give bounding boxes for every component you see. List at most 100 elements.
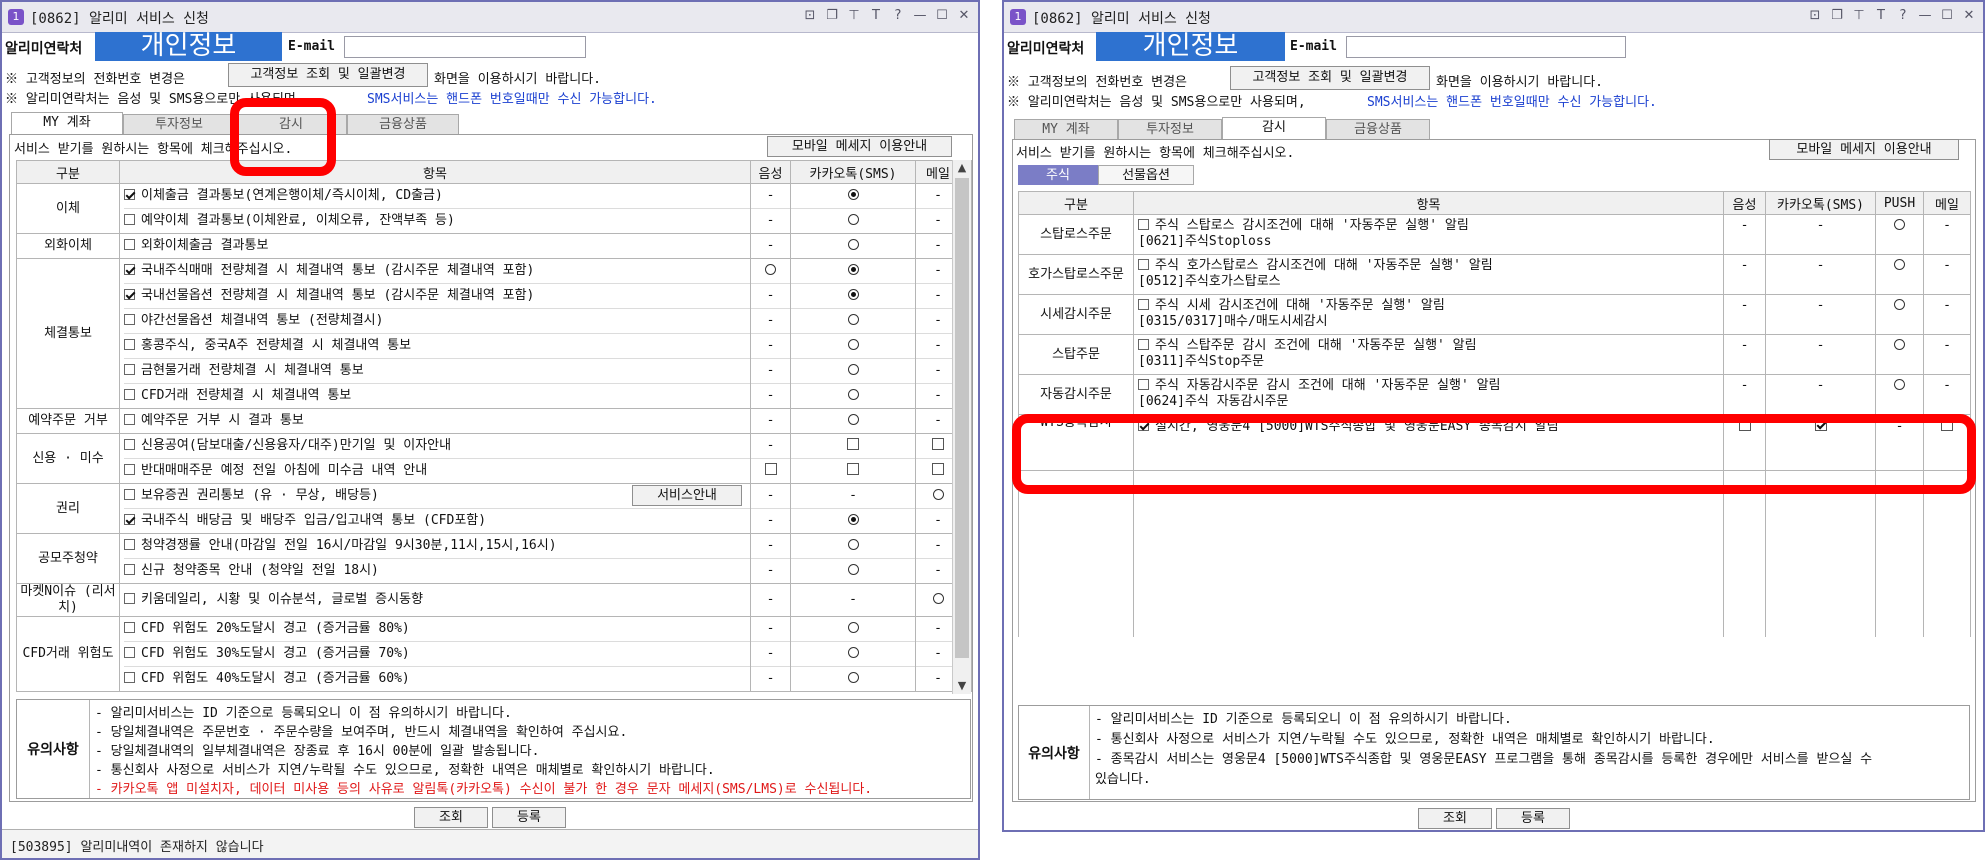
checkbox-icon[interactable] [932, 463, 944, 475]
checkbox-icon[interactable] [1138, 219, 1149, 230]
radio-icon[interactable] [847, 414, 859, 425]
email-field[interactable] [1346, 36, 1626, 58]
service-guide-button[interactable]: 서비스안내 [632, 485, 742, 506]
list-item[interactable]: 주식 호가스탑로스 감시조건에 대해 '자동주문 실행' 알림 [0512]주식호… [1138, 256, 1723, 294]
radio-icon[interactable] [1894, 219, 1905, 230]
register-button[interactable]: 등록 [1496, 808, 1570, 829]
help-icon[interactable]: ? [1895, 7, 1911, 25]
tab-financial-products[interactable]: 금융상품 [1326, 119, 1430, 139]
customer-info-button[interactable]: 고객정보 조회 및 일괄변경 [228, 63, 428, 87]
tab-my-account[interactable]: MY 계좌 [11, 112, 123, 134]
list-item[interactable]: 보유증권 권리통보 (유 · 무상, 배당등) 서비스안내 [124, 485, 750, 509]
font-icon[interactable]: T [1873, 7, 1889, 25]
scroll-up-icon[interactable]: ▲ [953, 160, 971, 176]
help-icon[interactable]: ? [890, 7, 906, 25]
list-item[interactable]: 국내선물옵션 전량체결 시 체결내역 통보 (감시주문 체결내역 포함) [124, 283, 750, 308]
checkbox-icon[interactable] [932, 438, 944, 450]
list-item[interactable]: 반대매매주문 예정 전일 아침에 미수금 내역 안내 [124, 458, 750, 483]
radio-icon[interactable] [847, 339, 859, 350]
tab-my-account[interactable]: MY 계좌 [1014, 119, 1118, 139]
radio-selected-icon[interactable] [847, 189, 859, 200]
checkbox-icon[interactable] [124, 214, 135, 225]
list-item[interactable]: 이체출금 결과통보(연계은행이체/즉시이체, CD출금) [124, 185, 750, 209]
radio-icon[interactable] [847, 622, 859, 633]
checkbox-icon[interactable] [124, 622, 135, 633]
list-item[interactable]: 주식 스탑로스 감시조건에 대해 '자동주문 실행' 알림 [0621]주식Sto… [1138, 216, 1723, 254]
mobile-guide-button[interactable]: 모바일 메세지 이용안내 [767, 136, 952, 157]
close-icon[interactable]: ✕ [956, 7, 972, 25]
radio-selected-icon[interactable] [847, 289, 859, 300]
customer-info-button[interactable]: 고객정보 조회 및 일괄변경 [1230, 66, 1430, 90]
font-icon[interactable]: T [868, 7, 884, 25]
list-item[interactable]: 키움데일리, 시황 및 이슈분석, 글로벌 증시동향 [124, 588, 750, 612]
tab-monitoring[interactable]: 감시 [1222, 117, 1326, 139]
list-item[interactable]: 주식 시세 감시조건에 대해 '자동주문 실행' 알림 [0315/0317]매수… [1138, 296, 1723, 334]
scroll-thumb[interactable] [955, 178, 969, 658]
list-item[interactable]: 신용공여(담보대출/신용융자/대주)만기일 및 이자안내 [124, 435, 750, 459]
list-item[interactable]: 국내주식 배당금 및 배당주 입금/입고내역 통보 (CFD포함) [124, 508, 750, 533]
list-item[interactable]: 외화이체출금 결과통보 [124, 235, 750, 258]
radio-icon[interactable] [1894, 259, 1905, 270]
pin-icon[interactable]: ⊤ [846, 7, 862, 25]
list-item[interactable]: 예약이체 결과통보(이체완료, 이체오류, 잔액부족 등) [124, 208, 750, 233]
copy-icon[interactable]: ❐ [1829, 7, 1845, 25]
radio-icon[interactable] [765, 264, 776, 275]
checkbox-checked-icon[interactable] [124, 189, 135, 200]
radio-icon[interactable] [932, 593, 944, 604]
checkbox-icon[interactable] [764, 463, 777, 475]
radio-icon[interactable] [847, 539, 859, 550]
scroll-down-icon[interactable]: ▼ [953, 678, 971, 694]
checkbox-icon[interactable] [1941, 419, 1953, 431]
mobile-guide-button[interactable]: 모바일 메세지 이용안내 [1769, 139, 1959, 160]
radio-icon[interactable] [932, 489, 944, 500]
radio-icon[interactable] [847, 214, 859, 225]
list-item[interactable]: CFD 위험도 20%도달시 경고 (증거금률 80%) [124, 618, 750, 642]
tab-investment-info[interactable]: 투자정보 [123, 114, 235, 134]
radio-icon[interactable] [847, 647, 859, 658]
checkbox-icon[interactable] [124, 564, 135, 575]
radio-icon[interactable] [1894, 299, 1905, 310]
radio-selected-icon[interactable] [847, 514, 859, 525]
checkbox-icon[interactable] [124, 593, 135, 604]
list-item[interactable]: 국내주식매매 전량체결 시 체결내역 통보 (감시주문 체결내역 포함) [124, 260, 750, 284]
close-icon[interactable]: ✕ [1961, 7, 1977, 25]
checkbox-icon[interactable] [124, 464, 135, 475]
list-item[interactable]: CFD 위험도 40%도달시 경고 (증거금률 60%) [124, 666, 750, 691]
minimize-icon[interactable]: — [912, 7, 928, 25]
checkbox-icon[interactable] [124, 672, 135, 683]
checkbox-icon[interactable] [124, 439, 135, 450]
list-item[interactable]: 청약경쟁률 안내(마감일 전일 16시/마감일 9시30분,11시,15시,16… [124, 535, 750, 559]
tab-investment-info[interactable]: 투자정보 [1118, 119, 1222, 139]
list-item[interactable]: 실시간, 영웅문4 [5000]WTS주식종합 및 영웅문EASY 종목감시 알… [1138, 416, 1723, 440]
radio-icon[interactable] [847, 314, 859, 325]
tab-monitoring[interactable]: 감시 [235, 114, 347, 134]
checkbox-icon[interactable] [124, 414, 135, 425]
checkbox-icon[interactable] [1138, 339, 1149, 350]
checkbox-checked-icon[interactable] [1814, 419, 1827, 431]
minimize-icon[interactable]: — [1917, 7, 1933, 25]
checkbox-icon[interactable] [124, 489, 135, 500]
checkbox-icon[interactable] [847, 438, 859, 450]
link-icon[interactable]: ⊡ [1807, 7, 1823, 25]
list-item[interactable]: 야간선물옵션 체결내역 통보 (전량체결시) [124, 308, 750, 333]
checkbox-icon[interactable] [124, 364, 135, 375]
list-item[interactable]: 신규 청약종목 안내 (청약일 전일 18시) [124, 558, 750, 583]
checkbox-icon[interactable] [124, 539, 135, 550]
copy-icon[interactable]: ❐ [824, 7, 840, 25]
radio-icon[interactable] [847, 564, 859, 575]
list-item[interactable]: 주식 스탑주문 감시 조건에 대해 '자동주문 실행' 알림 [0311]주식St… [1138, 336, 1723, 374]
register-button[interactable]: 등록 [492, 807, 566, 828]
list-item[interactable]: 예약주문 거부 시 결과 통보 [124, 410, 750, 433]
pin-icon[interactable]: ⊤ [1851, 7, 1867, 25]
list-item[interactable]: 홍콩주식, 중국A주 전량체결 시 체결내역 통보 [124, 333, 750, 358]
vertical-scrollbar[interactable]: ▲ ▼ [952, 160, 971, 694]
radio-icon[interactable] [847, 672, 859, 683]
checkbox-checked-icon[interactable] [124, 289, 135, 300]
subtab-futures-options[interactable]: 선물옵션 [1098, 165, 1194, 185]
checkbox-icon[interactable] [124, 339, 135, 350]
radio-icon[interactable] [1894, 339, 1905, 350]
checkbox-checked-icon[interactable] [1138, 420, 1149, 431]
checkbox-icon[interactable] [124, 647, 135, 658]
radio-icon[interactable] [847, 239, 859, 250]
tab-financial-products[interactable]: 금융상품 [347, 114, 459, 134]
